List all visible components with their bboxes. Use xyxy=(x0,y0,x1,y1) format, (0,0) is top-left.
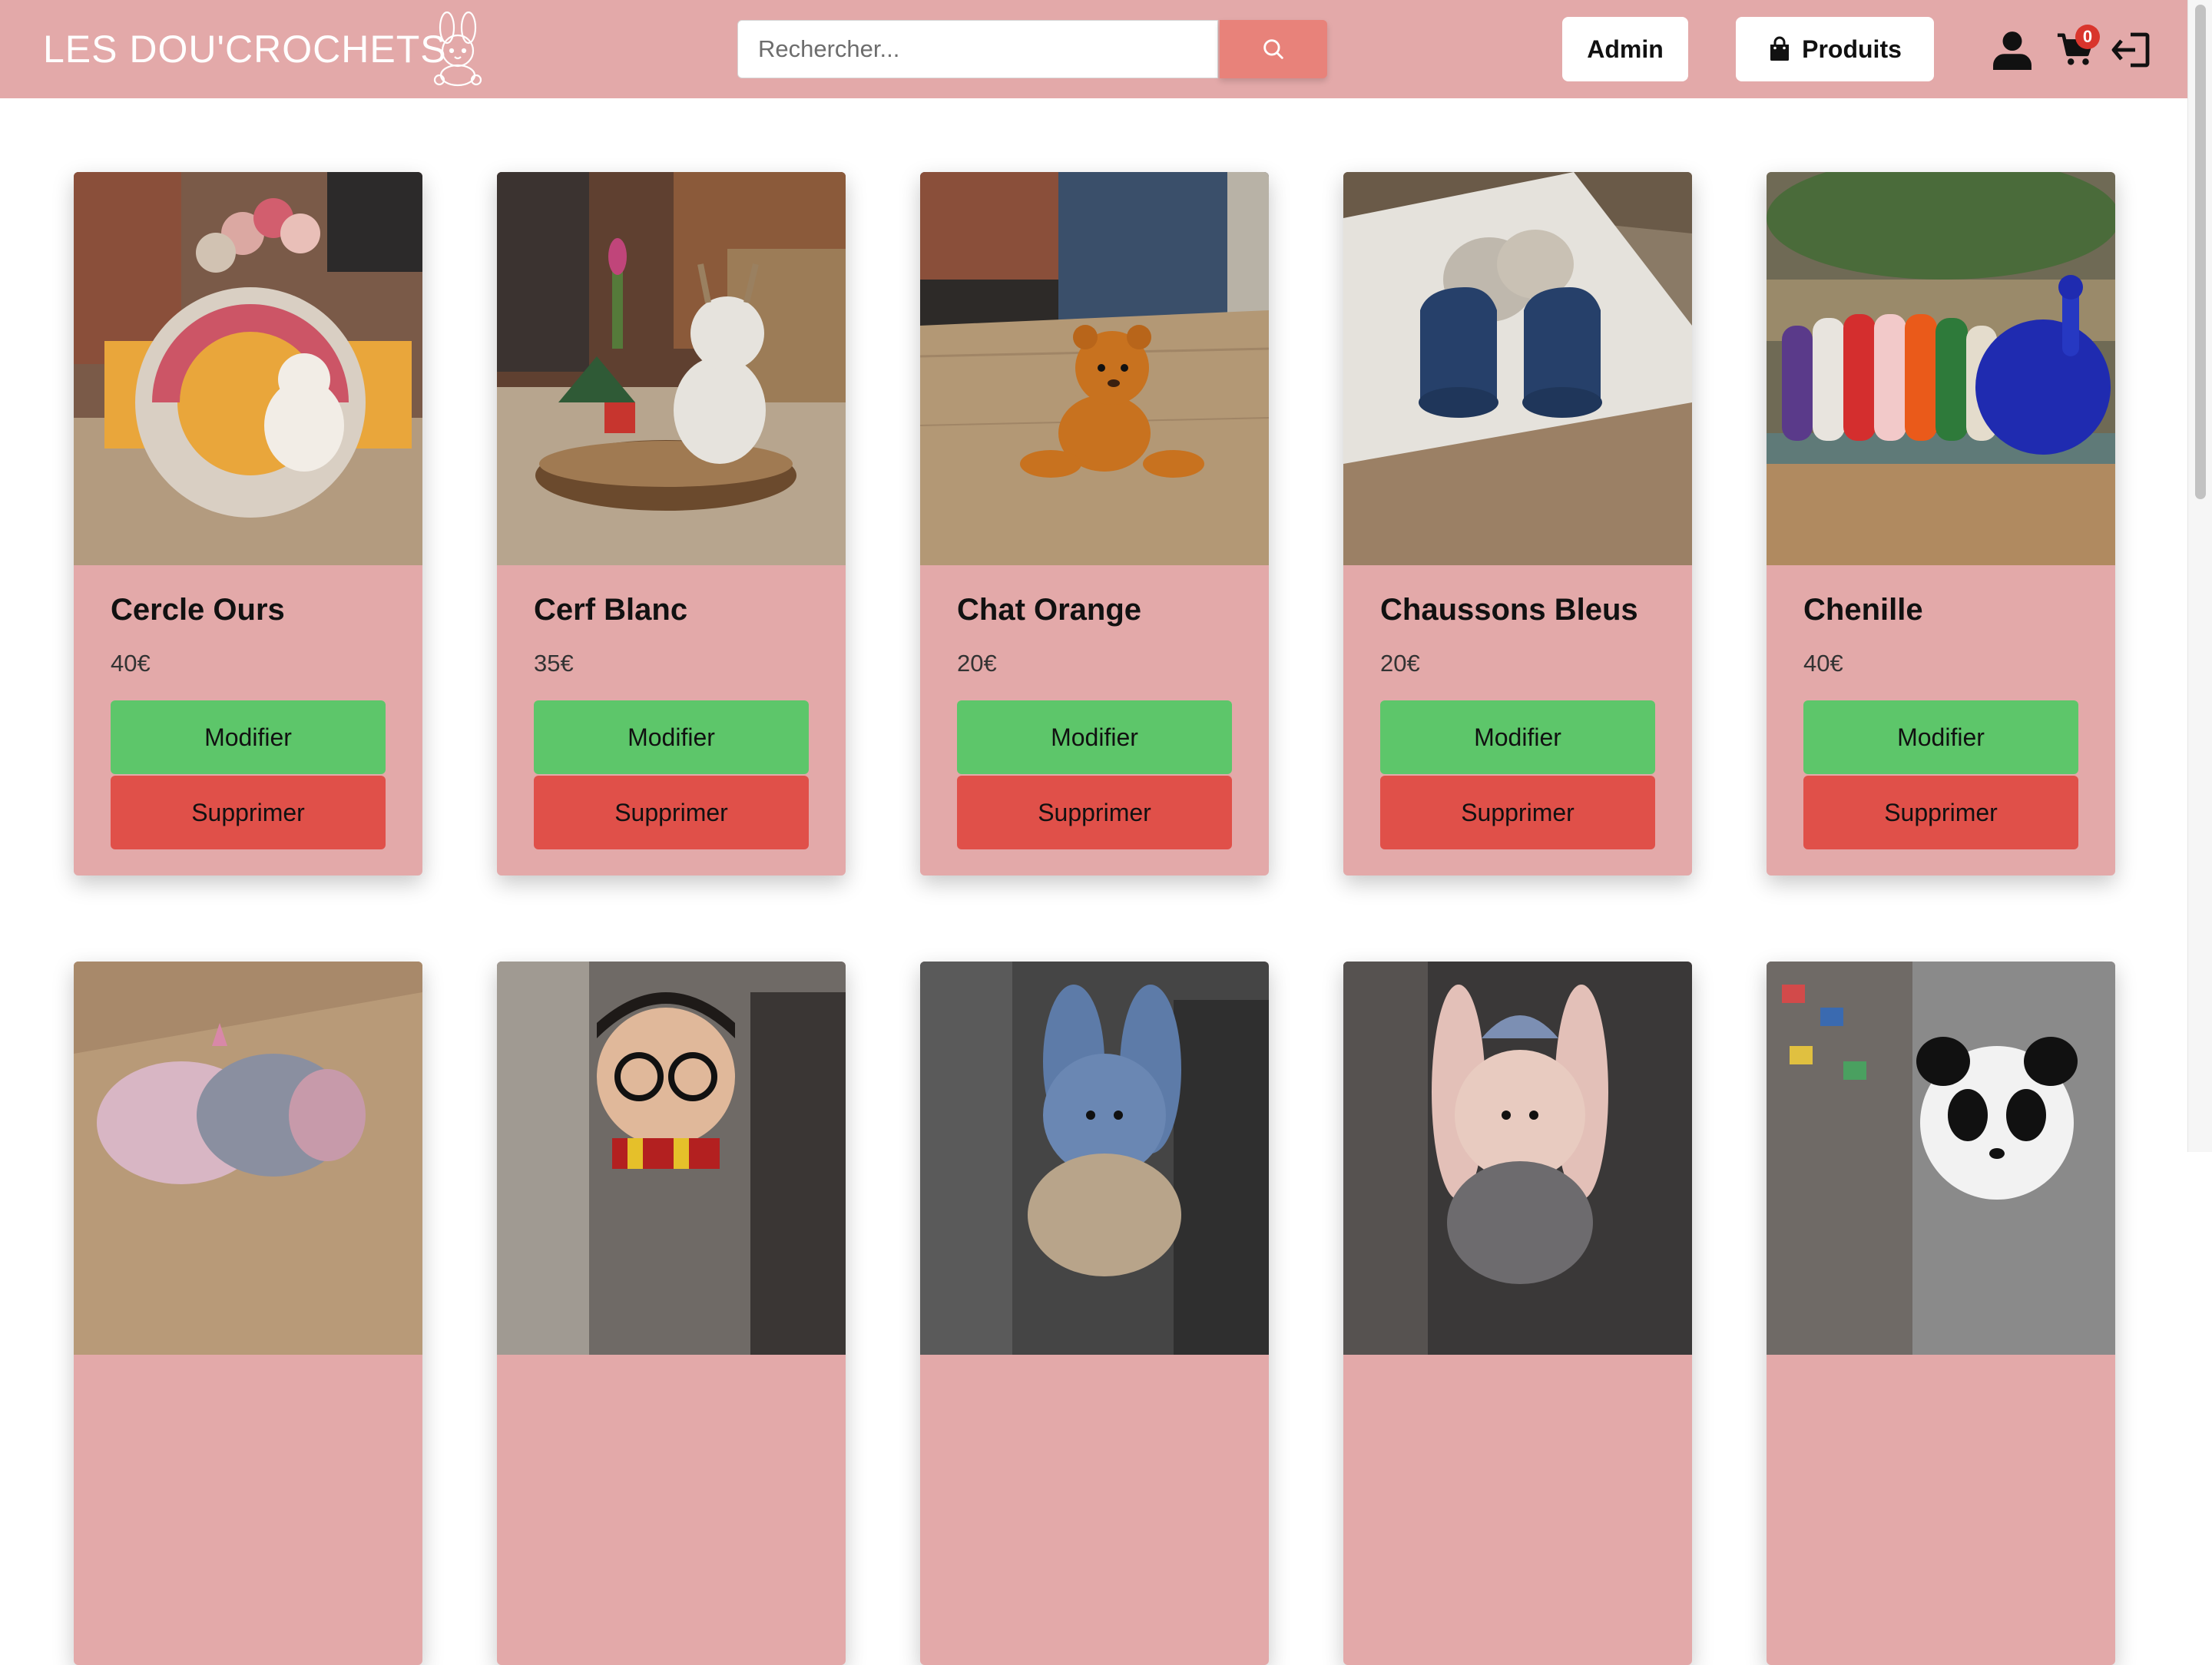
product-photo xyxy=(920,172,1269,565)
delete-button[interactable]: Supprimer xyxy=(1380,776,1655,849)
product-photo xyxy=(920,962,1269,1355)
search-input[interactable] xyxy=(737,20,1218,78)
product-name: Chaussons Bleus xyxy=(1380,593,1638,627)
page-scrollbar[interactable] xyxy=(2187,0,2212,1152)
produits-label: Produits xyxy=(1802,35,1902,63)
product-image[interactable] xyxy=(1343,172,1692,565)
product-photo xyxy=(1343,962,1692,1355)
product-name: Cercle Ours xyxy=(111,593,285,627)
product-photo xyxy=(74,962,422,1355)
product-price: 20€ xyxy=(1380,650,1420,677)
modify-button[interactable]: Modifier xyxy=(1803,700,2078,774)
scrollbar-thumb[interactable] xyxy=(2195,5,2206,499)
product-card: Cercle Ours 40€ Modifier Supprimer xyxy=(74,172,422,876)
product-price: 40€ xyxy=(1803,650,1843,677)
product-name: Cerf Blanc xyxy=(534,593,688,627)
cart-count-badge: 0 xyxy=(2075,25,2100,49)
product-price: 35€ xyxy=(534,650,574,677)
user-icon xyxy=(1993,31,2032,70)
product-image[interactable] xyxy=(920,172,1269,565)
product-card: Cerf Blanc 35€ Modifier Supprimer xyxy=(497,172,846,876)
admin-button[interactable]: Admin xyxy=(1562,17,1688,81)
product-image[interactable] xyxy=(74,962,422,1355)
product-card xyxy=(920,962,1269,1665)
product-card xyxy=(497,962,846,1665)
product-name: Chat Orange xyxy=(957,593,1142,627)
product-photo xyxy=(1343,172,1692,565)
top-navbar: LES DOU'CROCHETS Admin xyxy=(0,0,2187,98)
search-bar xyxy=(737,20,1327,78)
logo-text: LES DOU'CROCHETS xyxy=(43,28,447,71)
product-photo xyxy=(497,962,846,1355)
product-card: Chaussons Bleus 20€ Modifier Supprimer xyxy=(1343,172,1692,876)
product-image[interactable] xyxy=(74,172,422,565)
product-price: 20€ xyxy=(957,650,997,677)
product-image[interactable] xyxy=(1767,962,2115,1355)
product-image[interactable] xyxy=(497,962,846,1355)
product-photo xyxy=(1767,172,2115,565)
modify-button[interactable]: Modifier xyxy=(111,700,386,774)
search-button[interactable] xyxy=(1220,20,1327,78)
product-card xyxy=(1343,962,1692,1665)
product-image[interactable] xyxy=(1343,962,1692,1355)
product-image[interactable] xyxy=(920,962,1269,1355)
produits-button[interactable]: Produits xyxy=(1736,17,1934,81)
product-name: Chenille xyxy=(1803,593,1923,627)
admin-label: Admin xyxy=(1587,35,1664,63)
user-account-button[interactable] xyxy=(1991,29,2034,71)
site-logo[interactable]: LES DOU'CROCHETS xyxy=(43,26,447,72)
shopping-bag-icon xyxy=(1770,36,1790,61)
delete-button[interactable]: Supprimer xyxy=(1803,776,2078,849)
delete-button[interactable]: Supprimer xyxy=(957,776,1232,849)
product-photo xyxy=(497,172,846,565)
modify-button[interactable]: Modifier xyxy=(957,700,1232,774)
product-image[interactable] xyxy=(497,172,846,565)
product-photo xyxy=(1767,962,2115,1355)
product-photo xyxy=(74,172,422,565)
product-card xyxy=(1767,962,2115,1665)
product-image[interactable] xyxy=(1767,172,2115,565)
logout-icon xyxy=(2111,32,2150,68)
modify-button[interactable]: Modifier xyxy=(534,700,809,774)
logout-button[interactable] xyxy=(2109,29,2152,71)
search-icon xyxy=(1263,39,1283,59)
product-card: Chat Orange 20€ Modifier Supprimer xyxy=(920,172,1269,876)
modify-button[interactable]: Modifier xyxy=(1380,700,1655,774)
product-grid: Cercle Ours 40€ Modifier Supprimer Cerf … xyxy=(74,172,2115,1665)
product-card: Chenille 40€ Modifier Supprimer xyxy=(1767,172,2115,876)
product-price: 40€ xyxy=(111,650,151,677)
bunny-logo-icon xyxy=(433,11,482,87)
delete-button[interactable]: Supprimer xyxy=(534,776,809,849)
product-card xyxy=(74,962,422,1665)
delete-button[interactable]: Supprimer xyxy=(111,776,386,849)
